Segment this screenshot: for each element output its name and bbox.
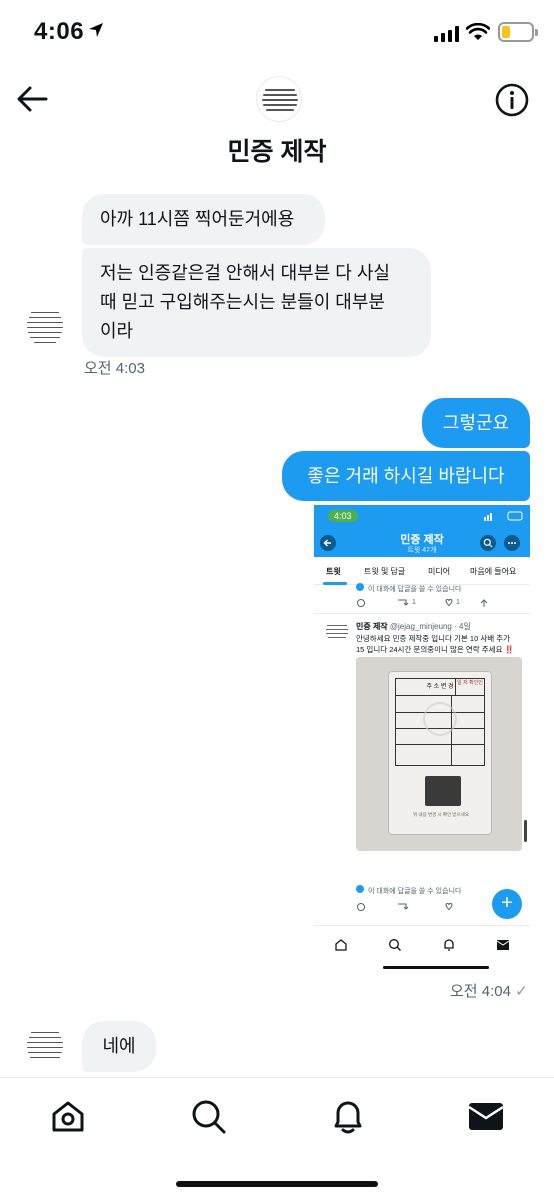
home-indicator (176, 1181, 378, 1187)
message-text-line: 때 믿고 구입해주는시는 분들이 대부분 (100, 292, 385, 312)
embed-tweet-photo: 주 소 변 경 일 자 확인인 위 내용 변경 시 확인 받으세요 (356, 657, 522, 851)
info-icon[interactable] (494, 82, 530, 118)
message-bubble-outgoing[interactable]: 좋은 거래 하시길 바랍니다 (282, 451, 530, 501)
cellular-signal-icon (434, 26, 459, 42)
envelope-icon[interactable] (466, 1096, 506, 1136)
embed-scrollbar (524, 820, 527, 842)
status-time: 4:06 (34, 18, 85, 45)
home-icon[interactable] (48, 1096, 88, 1136)
message-text-line: 이라 (100, 321, 134, 341)
arrow-left-icon[interactable] (14, 84, 50, 114)
message-bubble-incoming[interactable]: 저는 인증같은걸 안해서 대부븐 다 사실 때 믿고 구입해주는시는 분들이 대… (82, 248, 431, 357)
message-text: 좋은 거래 하시길 바랍니다 (307, 466, 505, 486)
embed-tweet-header: 민증 제작 @jejag_minjeung · 4일 (356, 621, 471, 632)
embed-tweet-avatar (324, 619, 350, 645)
embed-tab-bar: 트윗 트윗 및 답글 미디어 마음에 들어요 (314, 557, 530, 585)
card-side-label: 일 자 확인인 (455, 678, 485, 696)
embed-reply-icon (356, 583, 364, 591)
battery-icon (498, 22, 538, 42)
embed-time: 4:03 (328, 510, 358, 522)
message-bubble-outgoing[interactable]: 그렇군요 (422, 398, 530, 448)
embed-like-count: 1 (456, 599, 460, 606)
embed-bottom-nav (314, 925, 530, 965)
sender-avatar[interactable] (22, 1024, 68, 1070)
id-card-back: 주 소 변 경 일 자 확인인 위 내용 변경 시 확인 받으세요 (388, 671, 492, 835)
message-bubble-incoming[interactable]: 아까 11시쯤 찍어둔거에용 (82, 194, 325, 245)
embed-tweet-text-line: 15 입니다 24시간 문의중이니 많은 연락 주세요 ‼️ (356, 645, 514, 654)
embed-bell-icon (444, 939, 454, 951)
embed-search-nav-icon (389, 939, 401, 951)
embed-profile-header: 4:03 민증 제작 트윗 47개 (314, 505, 530, 557)
embed-tab: 미디어 (428, 567, 451, 576)
card-footnote: 위 내용 변경 시 확인 받으세요 (413, 812, 469, 817)
embed-status-icons (484, 511, 523, 521)
embed-envelope-icon (496, 940, 510, 950)
message-bubble-incoming[interactable]: 네에 (82, 1021, 156, 1072)
embed-tweet-text: 안녕하세요 민증 제작중 입니다 기본 10 사배 추가 15 입니다 24시간… (356, 633, 526, 655)
location-arrow-icon (89, 23, 103, 37)
message-timestamp: 오전 4:03 (84, 360, 145, 377)
status-bar: 4:06 (0, 0, 554, 70)
sender-avatar[interactable] (22, 304, 68, 350)
embed-more-icon (504, 535, 520, 551)
embed-actions-row (357, 903, 453, 911)
message-time: 오전 4:04 (450, 983, 511, 1000)
embed-tab: 마음에 들어요 (470, 567, 517, 576)
compose-fab: + (492, 889, 522, 919)
message-timestamp: 오전 4:04 ✓ (450, 980, 528, 1001)
bell-icon[interactable] (328, 1096, 368, 1136)
embed-search-icon (480, 535, 496, 551)
conversation-header: 민증 제작 (0, 70, 554, 170)
embed-tab: 트윗 및 답글 (364, 567, 406, 576)
message-text: 네에 (102, 1036, 136, 1056)
embed-reply-notice: 이 대화에 답글을 쓸 수 있습니다 (368, 888, 462, 895)
sent-check-icon: ✓ (515, 983, 528, 1000)
embed-reply-notice: 이 대화에 답글을 쓸 수 있습니다 (368, 586, 462, 593)
embed-tweet-text-line: 안녕하세요 민증 제작중 입니다 기본 10 사배 추가 (356, 634, 511, 643)
embed-actions-row (357, 599, 488, 607)
message-text-line: 저는 인증같은걸 안해서 대부븐 다 사실 (100, 263, 390, 283)
embed-reply-icon (356, 885, 364, 893)
attached-screenshot[interactable]: 4:03 민증 제작 트윗 47개 트윗 트윗 및 답글 미디어 마음에 들어요… (314, 505, 530, 967)
embed-tab: 트윗 (326, 567, 341, 576)
embed-home-indicator (383, 966, 489, 969)
header-avatar[interactable] (256, 76, 302, 122)
search-icon[interactable] (188, 1096, 228, 1136)
embed-tweet-handle: @jejag_minjeung · 4일 (389, 622, 471, 631)
embed-retweet-count: 1 (412, 599, 416, 606)
embed-home-icon (335, 939, 347, 951)
wifi-icon (466, 23, 490, 40)
conversation-title: 민증 제작 (227, 138, 327, 166)
message-text: 아까 11시쯤 찍어둔거에용 (100, 209, 295, 229)
card-hologram (425, 776, 461, 806)
embed-tweet-name: 민증 제작 (356, 622, 388, 631)
message-text: 그렇군요 (442, 413, 510, 433)
embed-tweet-count: 트윗 47개 (407, 547, 437, 554)
